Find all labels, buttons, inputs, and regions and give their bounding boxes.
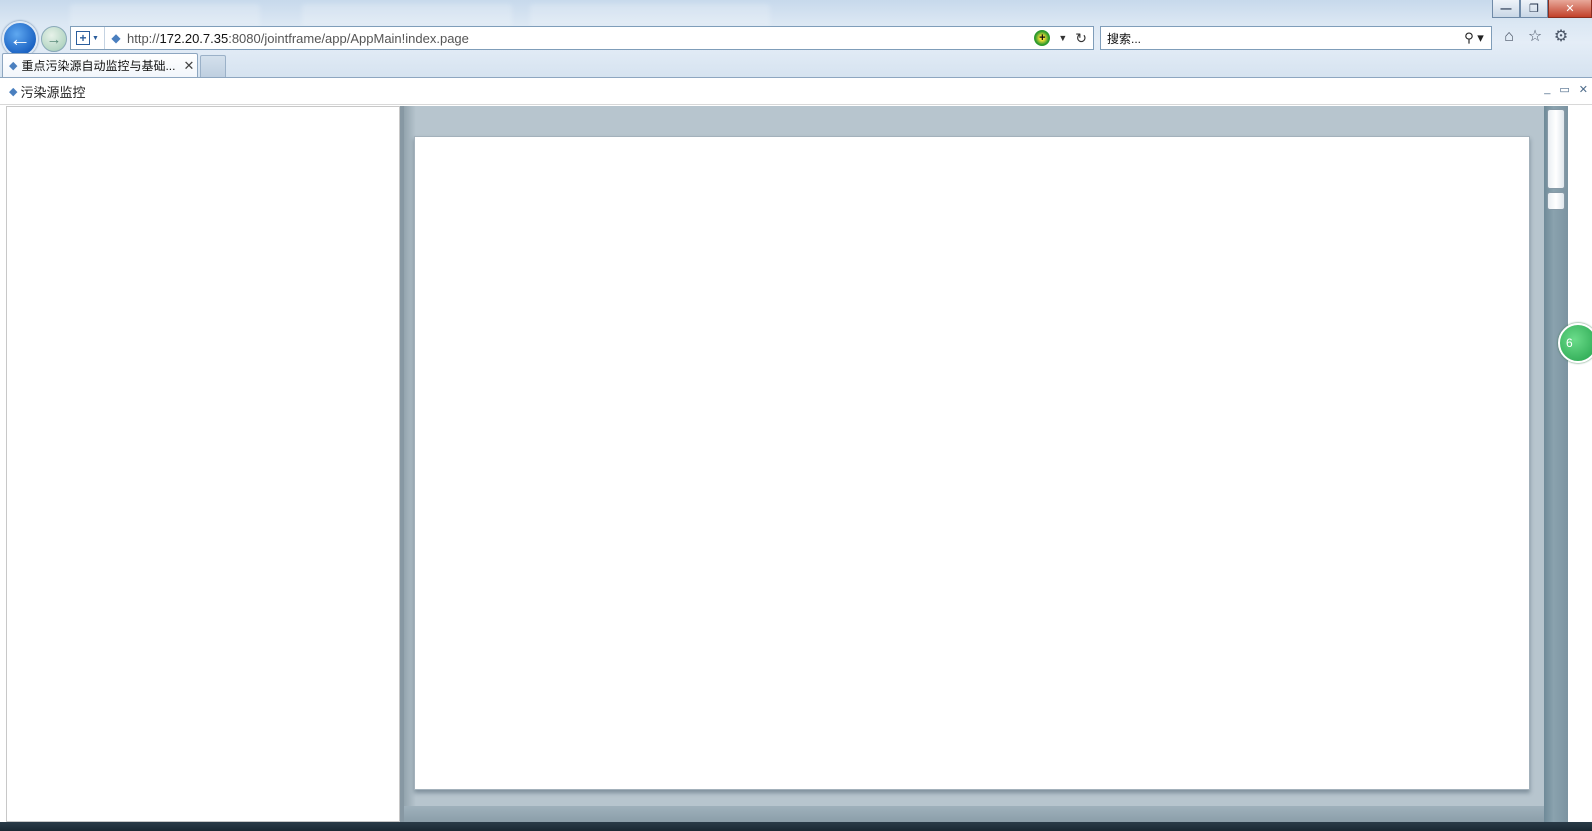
new-tab-button[interactable] [200,55,226,77]
left-panel [6,106,400,822]
home-icon[interactable]: ⌂ [1500,27,1518,47]
address-dropdown-icon[interactable]: ▼ [1058,33,1067,43]
app-window-controls: _ ▭ ✕ [1544,83,1588,96]
tab-title: 重点污染源自动监控与基础... [21,59,176,73]
gear-icon[interactable]: ⚙ [1552,27,1570,47]
close-icon[interactable]: ✕ [1579,83,1588,96]
plus-icon: + [76,31,91,45]
compatibility-view-button[interactable]: + ▼ [71,27,105,49]
refresh-icon[interactable]: ↻ [1075,30,1087,47]
background-tab[interactable] [530,4,770,26]
security-extension-icon[interactable]: + [1034,30,1051,46]
page-title: 污染源监控 [20,84,86,100]
close-window-button[interactable]: ✕ [1548,0,1592,18]
app-logo-icon: ◆ [9,85,18,98]
chevron-down-icon: ▼ [92,34,99,42]
page-favicon-icon: ◆ [111,31,121,45]
address-bar[interactable]: + ▼ ◆ http://172.20.7.35:8080/jointframe… [70,26,1094,50]
arrow-right-icon: → [46,30,62,48]
window-controls: — ❐ ✕ [1492,0,1592,20]
favorites-star-icon[interactable]: ☆ [1526,27,1544,47]
background-tab[interactable] [70,4,260,26]
tab-strip: ◆ 重点污染源自动监控与基础... ✕ [0,52,1592,77]
minimize-window-button[interactable]: — [1492,0,1520,18]
taskbar [0,822,1592,831]
restore-icon[interactable]: ▭ [1559,83,1569,96]
right-edge [1568,106,1592,822]
vertical-scrollbar[interactable] [1544,106,1568,822]
scrollbar-button[interactable] [1547,192,1565,210]
scrollbar-thumb[interactable] [1547,109,1565,189]
content-frame [414,136,1530,790]
background-tab[interactable] [302,4,512,26]
blurred-background-tabs [70,0,790,26]
page-favicon-icon: ◆ [9,60,18,72]
app-header: ◆ 污染源监控 _ ▭ ✕ [0,78,1592,105]
browser-chrome: — ❐ ✕ ← → + ▼ ◆ http://172.20.7.35:8080/… [0,0,1592,78]
search-icon[interactable]: ⚲ ▾ [1457,30,1491,46]
close-tab-icon[interactable]: ✕ [181,58,197,74]
minimize-icon[interactable]: _ [1544,83,1550,96]
search-box[interactable]: 搜索... ⚲ ▾ [1100,26,1492,50]
url-text[interactable]: http://172.20.7.35:8080/jointframe/app/A… [127,31,1034,46]
browser-toolbar: ⌂ ☆ ⚙ [1500,27,1570,47]
floating-badge[interactable]: 6 [1558,323,1592,363]
tab-active[interactable]: ◆ 重点污染源自动监控与基础... ✕ [2,53,198,77]
arrow-left-icon: ← [9,26,31,51]
forward-button[interactable]: → [41,26,67,52]
search-input[interactable]: 搜索... [1107,30,1457,47]
restore-window-button[interactable]: ❐ [1520,0,1548,18]
